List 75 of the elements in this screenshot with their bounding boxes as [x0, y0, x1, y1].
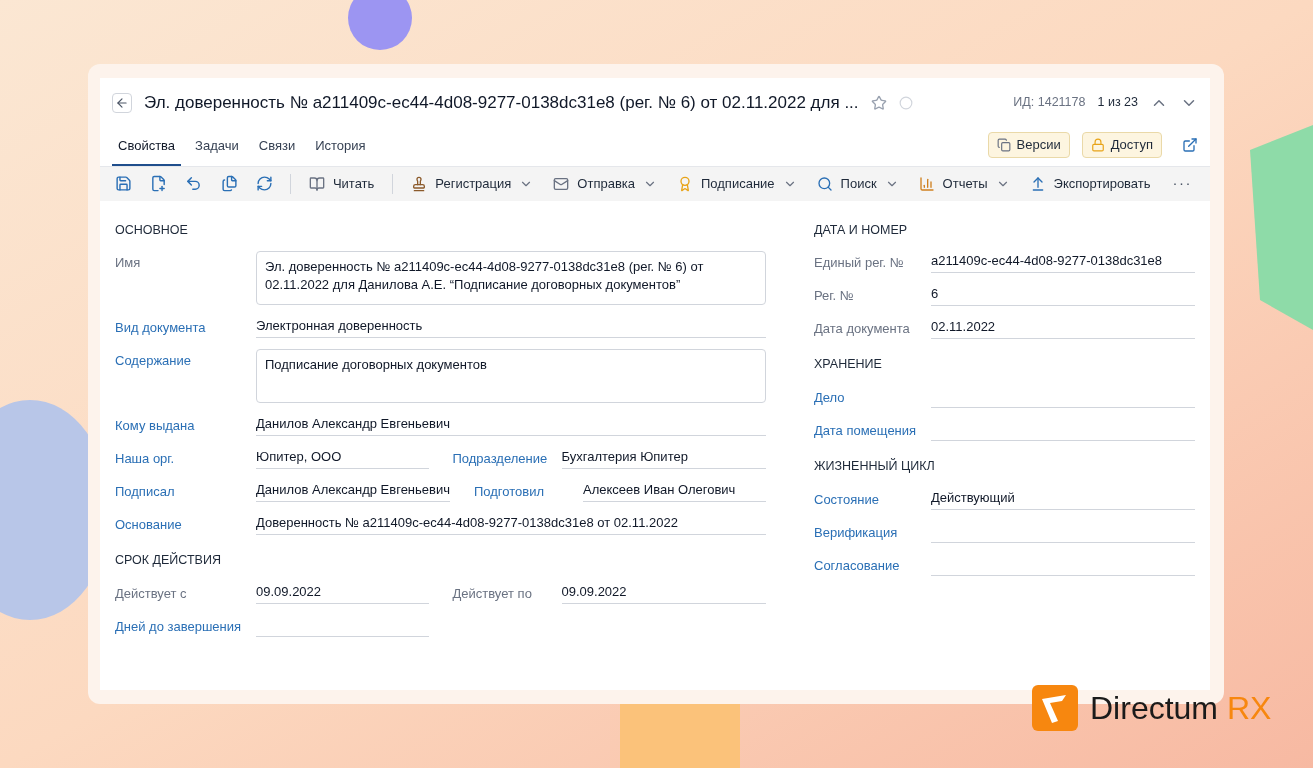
field-link-label[interactable]: Содержание — [115, 349, 256, 371]
field-link-label[interactable]: Дней до завершения — [115, 615, 256, 637]
input-field[interactable]: 09.09.2022 — [256, 582, 429, 604]
tab[interactable]: Задачи — [189, 136, 245, 166]
stamp-icon — [411, 175, 428, 192]
text-area[interactable]: Подписание договорных документов — [256, 349, 766, 404]
field-label: Единый рег. № — [814, 254, 905, 273]
input-field[interactable]: Алексеев Иван Олегович — [583, 480, 766, 503]
input-field[interactable]: a211409c-ec44-4d08-9277-0138dc31e8 — [931, 251, 1195, 274]
field-label: Дата документа — [814, 320, 911, 339]
input-field[interactable]: 09.09.2022 — [561, 582, 766, 604]
header-button[interactable]: Версии — [987, 131, 1070, 158]
field-label: Действует с — [115, 585, 188, 603]
toolbar-menu-button[interactable]: Отправка — [543, 169, 667, 198]
favorite-star-icon[interactable] — [870, 94, 887, 111]
input-field[interactable]: 6 — [931, 284, 1195, 307]
brand-name: Directum RX — [1090, 689, 1272, 728]
section-title: ХРАНЕНИЕ — [814, 356, 883, 374]
undo-icon — [185, 175, 203, 192]
document-id: ИД: 1421178 — [1013, 94, 1086, 112]
save-icon — [115, 175, 133, 192]
field-link-label[interactable]: Подготовил — [474, 480, 583, 502]
field-link-label[interactable]: Подписал — [115, 480, 256, 502]
section-title: ЖИЗНЕННЫЙ ЦИКЛ — [814, 457, 936, 475]
field-label: Имя — [115, 254, 142, 273]
status-circle-icon — [898, 95, 913, 110]
header-button[interactable]: Доступ — [1081, 131, 1162, 158]
field-link-label[interactable]: Вид документа — [115, 316, 256, 338]
input-field[interactable]: Электронная доверенность — [256, 316, 766, 339]
input-field[interactable]: 02.11.2022 — [931, 317, 1195, 340]
back-button[interactable] — [112, 92, 132, 113]
tab[interactable]: Свойства — [112, 136, 182, 166]
toolbar-menu-button[interactable]: Отчеты — [908, 169, 1020, 198]
section-title: ОСНОВНОЕ — [115, 221, 189, 239]
toolbar-menu-button[interactable]: Поиск — [806, 169, 909, 198]
field-link-label[interactable]: Верификация — [814, 520, 931, 543]
input-field[interactable]: Доверенность № a211409c-ec44-4d08-9277-0138dc31e8 от 02.11.2022 — [256, 513, 766, 536]
field-link-label[interactable]: Наша орг. — [115, 447, 256, 469]
field-link-label[interactable]: Основание — [115, 513, 256, 535]
field-label: Действует по — [452, 585, 533, 603]
open-external-icon[interactable] — [1182, 136, 1198, 153]
field-link-label[interactable]: Состояние — [814, 487, 931, 510]
medal-icon — [677, 175, 693, 192]
field-label: Рег. № — [814, 287, 855, 306]
chart-icon — [918, 175, 935, 192]
save-copy-icon — [150, 175, 168, 192]
text-area[interactable]: Эл. доверенность № a211409c-ec44-4d08-9277-0138dc31e8 (рег. № 6) от 02.11.2022 для Данилова А.Е. “Подписание договорных документов” — [256, 251, 766, 306]
input-field[interactable]: Данилов Александр Евгеньевич — [256, 480, 450, 503]
toolbar-menu-button[interactable]: Регистрация — [401, 169, 544, 198]
tab[interactable]: История — [309, 136, 372, 166]
copy-icon — [220, 175, 238, 192]
search-icon — [816, 175, 833, 192]
field-link-label[interactable]: Подразделение — [452, 447, 562, 469]
more-button[interactable]: ··· — [1160, 169, 1205, 198]
window-title: Эл. доверенность № a211409c-ec44-4d08-9277-0138dc31e8 (рег. № 6) от 02.11.2022 для ... — [144, 92, 859, 114]
toolbar-menu-button[interactable]: Подписание — [667, 169, 807, 198]
refresh-icon — [255, 175, 273, 192]
field-link-label[interactable]: Дата помещения — [814, 419, 931, 441]
book-icon — [308, 175, 325, 192]
input-field[interactable]: Бухгалтерия Юпитер — [561, 447, 766, 470]
versions-icon — [996, 137, 1011, 152]
field-link-label[interactable]: Согласование — [814, 553, 931, 576]
section-title: ДАТА И НОМЕР — [814, 221, 909, 239]
section-title: СРОК ДЕЙСТВИЯ — [115, 551, 222, 570]
lock-icon — [1090, 137, 1105, 152]
tab[interactable]: Связи — [252, 136, 302, 166]
field-link-label[interactable]: Кому выдана — [115, 414, 256, 436]
record-position: 1 из 23 — [1097, 94, 1138, 112]
field-link-label[interactable]: Дело — [814, 386, 931, 408]
toolbar-button[interactable]: Экспортировать — [1019, 169, 1161, 198]
input-field[interactable]: Действующий — [931, 487, 1195, 510]
input-field[interactable]: Данилов Александр Евгеньевич — [256, 414, 766, 437]
envelope-icon — [553, 175, 570, 192]
input-field[interactable]: Юпитер, ООО — [256, 447, 429, 470]
toolbar-button[interactable]: Читать — [298, 169, 385, 198]
